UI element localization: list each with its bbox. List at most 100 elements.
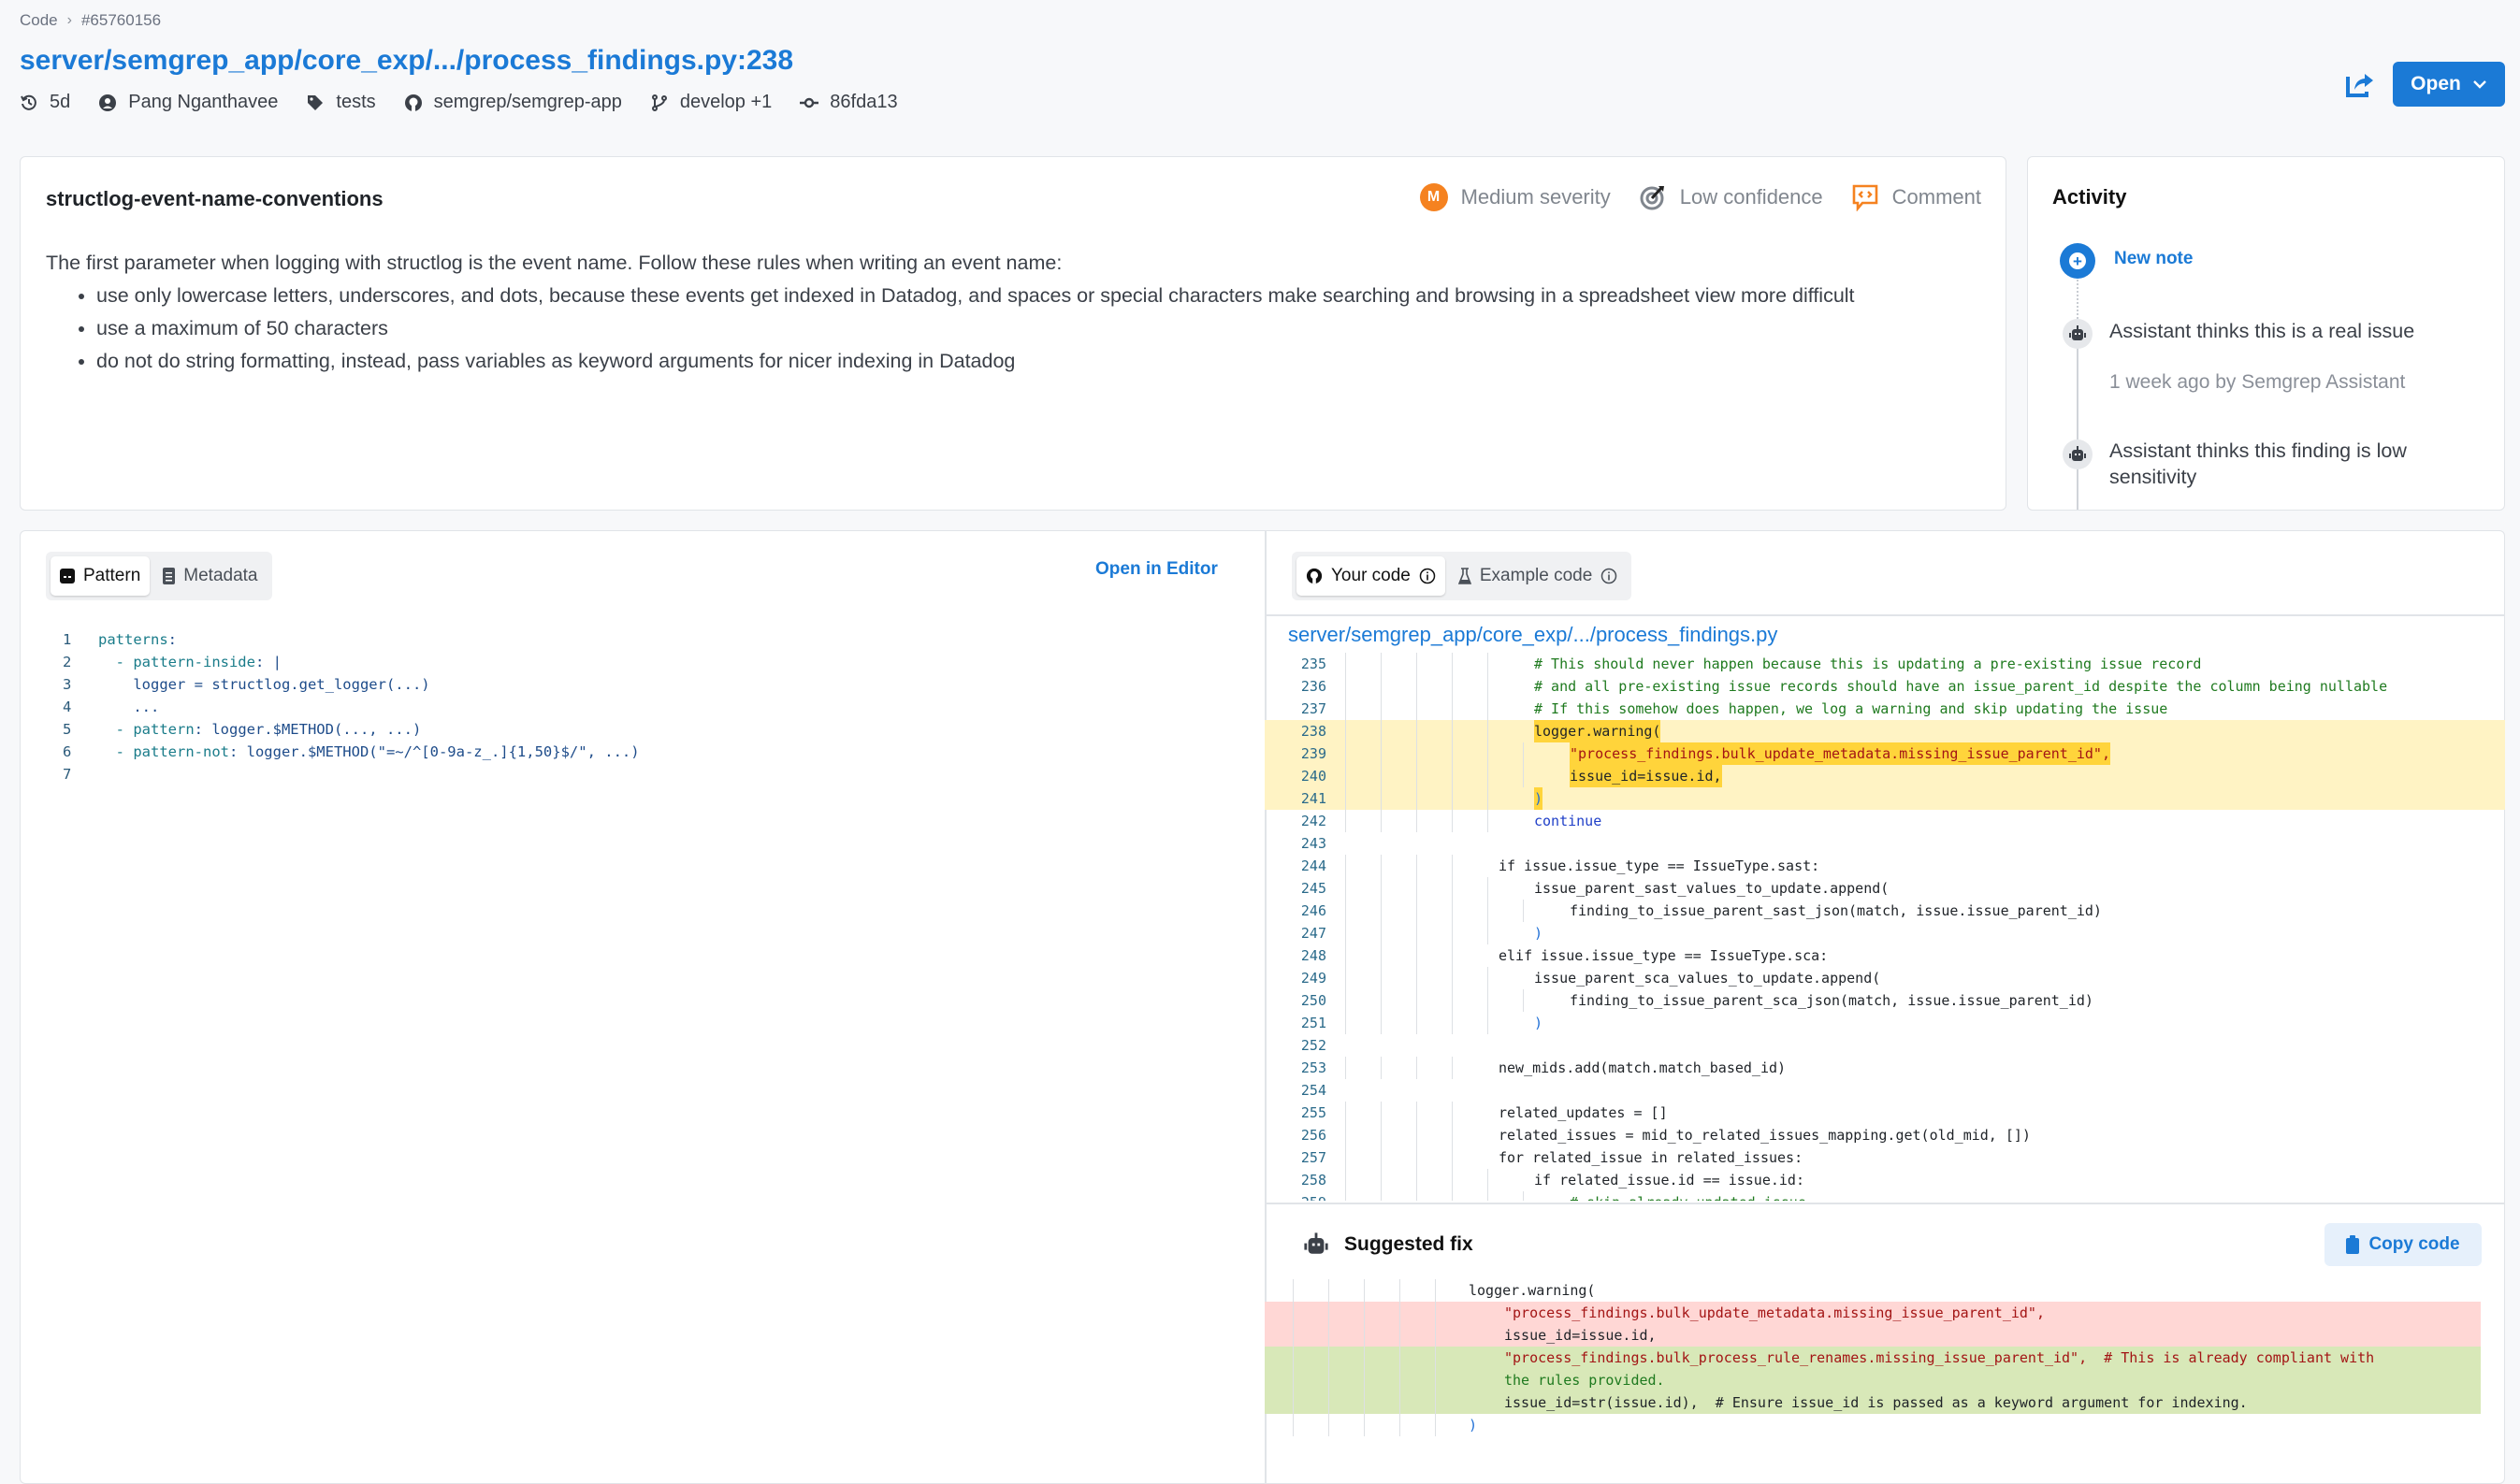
document-icon [163,568,176,584]
indent-guide [1452,720,1453,742]
code-line: 253 new_mids.add(match.match_based_id) [1265,1057,2505,1079]
code-line: 236 # and all pre-existing issue records … [1265,675,2505,698]
indent-guide [1416,944,1417,967]
pattern-value: : logger.$METHOD("=~/^[0-9a-z_.]{1,50}$/… [228,743,640,760]
meta-branch[interactable]: develop +1 [650,92,772,113]
commit-icon [800,97,819,108]
code-text: logger.warning( [1534,720,1661,742]
indent-guide [1487,810,1488,832]
indent-guide [1435,1414,1436,1436]
meta-commit[interactable]: 86fda13 [800,92,898,113]
code-text: ) [1534,1015,1543,1031]
code-line: 255 related_updates = [] [1265,1102,2505,1124]
tab-example-code[interactable]: Example code [1449,556,1627,596]
line-number: 247 [1300,925,1326,942]
line-number: 246 [1300,902,1326,919]
share-button[interactable] [2344,67,2376,99]
indent-guide [1416,653,1417,675]
code-text: ) [1534,787,1543,810]
file-path-link[interactable]: server/semgrep_app/core_exp/.../process_… [1288,623,1777,647]
rule-bullet: use a maximum of 50 characters [96,312,1855,345]
pattern-line: 5 - pattern: logger.$METHOD(..., ...) [63,718,640,741]
indent-guide [1381,1057,1382,1079]
indent-guide [1487,967,1488,989]
indent-guide [1452,877,1453,900]
tab-pattern[interactable]: Pattern [51,556,151,596]
indent-guide [1328,1369,1329,1391]
code-line: 243 [1265,832,2505,855]
line-number: 245 [1300,880,1326,897]
open-in-editor-link[interactable]: Open in Editor [1095,559,1218,580]
diff-line-context: ) [1265,1414,2481,1436]
robot-icon [1304,1232,1328,1254]
indent-guide [1452,742,1453,765]
line-number: 5 [63,721,72,738]
line-number: 257 [1300,1149,1326,1166]
indent-guide [1364,1414,1365,1436]
info-icon[interactable] [1419,568,1436,584]
indent-guide [1345,1057,1346,1079]
code-line: 239 "process_findings.bulk_update_metadat… [1265,742,2505,765]
meta-repo[interactable]: semgrep/semgrep-app [404,92,622,113]
source-code-viewer[interactable]: 235 # This should never happen because th… [1265,653,2505,1201]
indent-guide [1416,720,1417,742]
pattern-code[interactable]: 1 patterns: 2 - pattern-inside: | 3 logger … [63,628,640,785]
line-number: 252 [1300,1037,1326,1054]
code-line: 252 [1265,1034,2505,1057]
indent-guide [1452,653,1453,675]
indent-guide [1381,720,1382,742]
rule-name: structlog-event-name-conventions [46,187,384,210]
code-line: 257 for related_issue in related_issues: [1265,1146,2505,1169]
indent-guide [1487,720,1488,742]
indent-guide [1452,1057,1453,1079]
tab-metadata[interactable]: Metadata [153,556,267,596]
line-number: 236 [1300,678,1326,695]
indent-guide [1416,698,1417,720]
breadcrumb-code-link[interactable]: Code [20,11,58,30]
line-number: 1 [63,631,72,648]
info-icon[interactable] [1600,568,1617,584]
rule-bullet: do not do string formatting, instead, pa… [96,345,1855,378]
line-number: 240 [1300,768,1326,785]
code-line: 256 related_issues = mid_to_related_issue… [1265,1124,2505,1146]
indent-guide [1345,1146,1346,1169]
line-number: 249 [1300,970,1326,987]
meta-tag[interactable]: tests [306,92,376,113]
indent-guide [1452,675,1453,698]
new-note-link[interactable]: New note [2114,249,2193,269]
line-number: 243 [1300,835,1326,852]
comment-button[interactable]: Comment [1851,183,1981,211]
add-note-icon[interactable]: + [2060,243,2095,279]
indent-guide [1345,944,1346,967]
suggested-fix-diff[interactable]: logger.warning("process_findings.bulk_up… [1265,1279,2481,1436]
diff-line-context: logger.warning( [1265,1279,2481,1302]
code-text: issue_parent_sca_values_to_update.append… [1534,970,1881,987]
code-text: # and all pre-existing issue records sho… [1534,678,2388,695]
target-icon [1640,186,1664,210]
code-text: issue_parent_sast_values_to_update.appen… [1534,880,1890,897]
copy-code-button[interactable]: Copy code [2324,1223,2482,1266]
page-title[interactable]: server/semgrep_app/core_exp/.../process_… [20,45,793,77]
branch-icon [651,94,667,111]
indent-guide [1381,810,1382,832]
indent-guide [1345,1191,1346,1201]
diff-line-removed: issue_id=issue.id, [1265,1324,2481,1347]
indent-guide [1345,989,1346,1012]
indent-guide [1328,1414,1329,1436]
code-text: finding_to_issue_parent_sast_json(match,… [1570,902,2102,919]
rule-bullet: use only lowercase letters, underscores,… [96,280,1855,312]
indent-guide [1487,877,1488,900]
indent-guide [1416,765,1417,787]
indent-guide [1364,1347,1365,1369]
meta-author[interactable]: Pang Nganthavee [98,92,278,113]
chevron-right-icon: › [66,12,72,28]
code-text: # This should never happen because this … [1534,656,2202,672]
code-line: 235 # This should never happen because th… [1265,653,2505,675]
indent-guide [1487,653,1488,675]
indent-guide [1523,742,1524,765]
open-dropdown-button[interactable]: Open [2393,62,2505,107]
code-line: 258 if related_issue.id == issue.id: [1265,1169,2505,1191]
pattern-key: - pattern-not [98,743,229,760]
tab-your-code[interactable]: Your code [1296,556,1445,596]
code-line: 250 finding_to_issue_parent_sca_json(matc… [1265,989,2505,1012]
